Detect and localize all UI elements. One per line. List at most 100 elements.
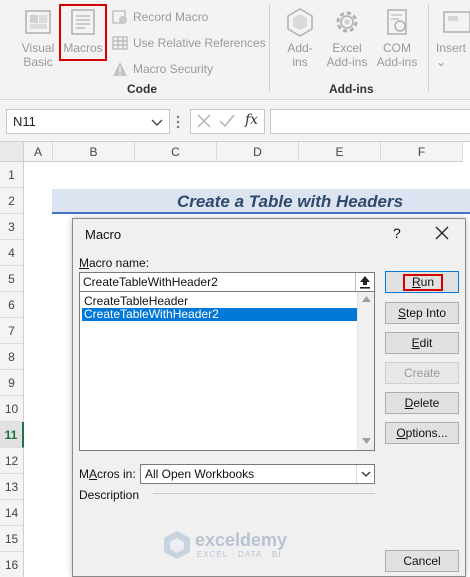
row-header[interactable]: 8 <box>0 344 24 370</box>
row-header[interactable]: 6 <box>0 292 24 318</box>
check-icon[interactable] <box>219 114 235 128</box>
ribbon: Visual Basic Macros Record Macro Use Rel… <box>0 0 470 100</box>
column-header[interactable]: A <box>24 142 53 162</box>
visual-basic-label-1: Visual <box>21 41 55 55</box>
macro-security-label: Macro Security <box>133 62 214 76</box>
visual-basic-icon <box>25 10 51 34</box>
row-header[interactable]: 5 <box>0 266 24 292</box>
row-header[interactable]: 12 <box>0 448 24 474</box>
ribbon-separator <box>269 4 270 92</box>
row-header[interactable]: 2 <box>0 188 24 214</box>
record-macro-icon <box>112 10 127 24</box>
use-relative-references-label: Use Relative References <box>133 36 266 50</box>
com-addins-label-2: Add-ins <box>376 55 418 69</box>
row-header[interactable]: 3 <box>0 214 24 240</box>
insert-controls-icon <box>443 11 470 33</box>
watermark: exceldemy EXCEL · DATA · BI <box>163 530 313 560</box>
macros-highlight-box <box>59 4 107 61</box>
macros-in-label: MAcros in: <box>79 467 136 481</box>
excel-addins-label-1: Excel <box>332 41 362 55</box>
dialog-title: Macro <box>85 227 122 242</box>
description-divider <box>153 493 375 494</box>
description-label: Description <box>79 488 140 502</box>
row-header[interactable]: 16 <box>0 552 24 577</box>
gear-icon <box>336 11 358 33</box>
addins-button[interactable]: Add- ins <box>280 6 320 69</box>
chevron-down-icon <box>361 471 371 477</box>
macros-in-value: All Open Workbooks <box>145 467 255 481</box>
macros-in-select[interactable]: All Open Workbooks <box>140 464 375 484</box>
macro-list[interactable]: CreateTableHeader CreateTableWithHeader2 <box>79 292 375 451</box>
edit-button[interactable]: Edit <box>385 332 459 354</box>
addins-label-1: Add- <box>287 41 313 55</box>
options-button[interactable]: Options... <box>385 422 459 444</box>
sheet-title: Create a Table with Headers <box>176 192 404 211</box>
cancel-x-icon[interactable] <box>197 114 211 128</box>
run-highlight-box: Run <box>403 274 443 291</box>
insert-label: Insert <box>436 41 467 55</box>
name-box[interactable]: N11 <box>6 109 170 134</box>
use-relative-references-button[interactable]: Use Relative References <box>112 33 266 53</box>
record-macro-label: Record Macro <box>133 10 209 24</box>
row-header[interactable]: 14 <box>0 500 24 526</box>
macro-security-button[interactable]: Macro Security <box>112 59 213 79</box>
scroll-down-icon[interactable] <box>362 438 371 444</box>
code-group-label: Code <box>127 82 157 96</box>
create-button[interactable]: Create <box>385 362 459 384</box>
insert-controls-button[interactable]: Insert ⌄ <box>436 6 470 69</box>
addins-label-2: ins <box>292 55 308 69</box>
row-header[interactable]: 10 <box>0 396 24 422</box>
formula-actions: fx <box>190 109 265 134</box>
delete-button[interactable]: Delete <box>385 392 459 414</box>
formula-bar: N11 fx <box>0 100 470 142</box>
com-addins-icon <box>387 9 407 35</box>
name-box-value: N11 <box>13 114 36 129</box>
select-all-corner[interactable] <box>0 142 24 162</box>
excel-addins-button[interactable]: Excel Add-ins <box>324 6 370 69</box>
macro-list-item-selected[interactable]: CreateTableWithHeader2 <box>82 308 358 321</box>
collapse-dialog-button[interactable] <box>355 273 374 291</box>
upload-arrow-icon <box>360 276 370 289</box>
row-header[interactable]: 4 <box>0 240 24 266</box>
warning-icon <box>113 62 127 76</box>
macro-name-input[interactable]: CreateTableWithHeader2 <box>79 272 375 292</box>
help-button[interactable]: ? <box>393 225 401 241</box>
ribbon-separator <box>428 4 429 92</box>
macro-name-label: Macro name: <box>79 256 150 270</box>
watermark-name: exceldemy <box>195 530 288 550</box>
row-header[interactable]: 13 <box>0 474 24 500</box>
formula-input[interactable] <box>270 109 470 134</box>
chevron-down-icon[interactable] <box>151 116 163 128</box>
relative-references-icon <box>112 36 128 50</box>
scroll-up-icon[interactable] <box>362 296 371 302</box>
row-header[interactable]: 9 <box>0 370 24 396</box>
visual-basic-button[interactable]: Visual Basic <box>14 6 62 69</box>
watermark-tagline: EXCEL · DATA · BI <box>197 550 282 559</box>
com-addins-label-1: COM <box>383 41 411 55</box>
column-header[interactable]: B <box>53 142 135 162</box>
insert-function-button[interactable]: fx <box>245 112 258 128</box>
excel-addins-label-2: Add-ins <box>326 55 368 69</box>
column-header[interactable]: E <box>299 142 381 162</box>
macro-dialog: Macro ? Macro name: CreateTableWithHeade… <box>72 218 466 577</box>
step-into-button[interactable]: Step Into <box>385 302 459 324</box>
cancel-button[interactable]: Cancel <box>385 550 459 572</box>
record-macro-button[interactable]: Record Macro <box>112 7 208 27</box>
addins-icon <box>287 8 313 37</box>
column-header[interactable]: C <box>135 142 217 162</box>
column-header[interactable]: D <box>217 142 299 162</box>
close-icon[interactable] <box>435 226 449 240</box>
exceldemy-logo-icon <box>164 531 190 559</box>
list-scrollbar[interactable] <box>357 292 374 450</box>
row-header[interactable]: 11 <box>0 422 24 448</box>
row-header[interactable]: 15 <box>0 526 24 552</box>
row-header[interactable]: 1 <box>0 162 24 188</box>
addins-group-label: Add-ins <box>329 82 374 96</box>
more-options-dots-icon[interactable] <box>176 114 180 130</box>
com-addins-button[interactable]: COM Add-ins <box>374 6 420 69</box>
dropdown-button[interactable] <box>356 465 374 483</box>
column-header[interactable]: F <box>381 142 463 162</box>
run-button[interactable]: Run <box>385 271 459 293</box>
row-header[interactable]: 7 <box>0 318 24 344</box>
visual-basic-label-2: Basic <box>23 55 53 69</box>
